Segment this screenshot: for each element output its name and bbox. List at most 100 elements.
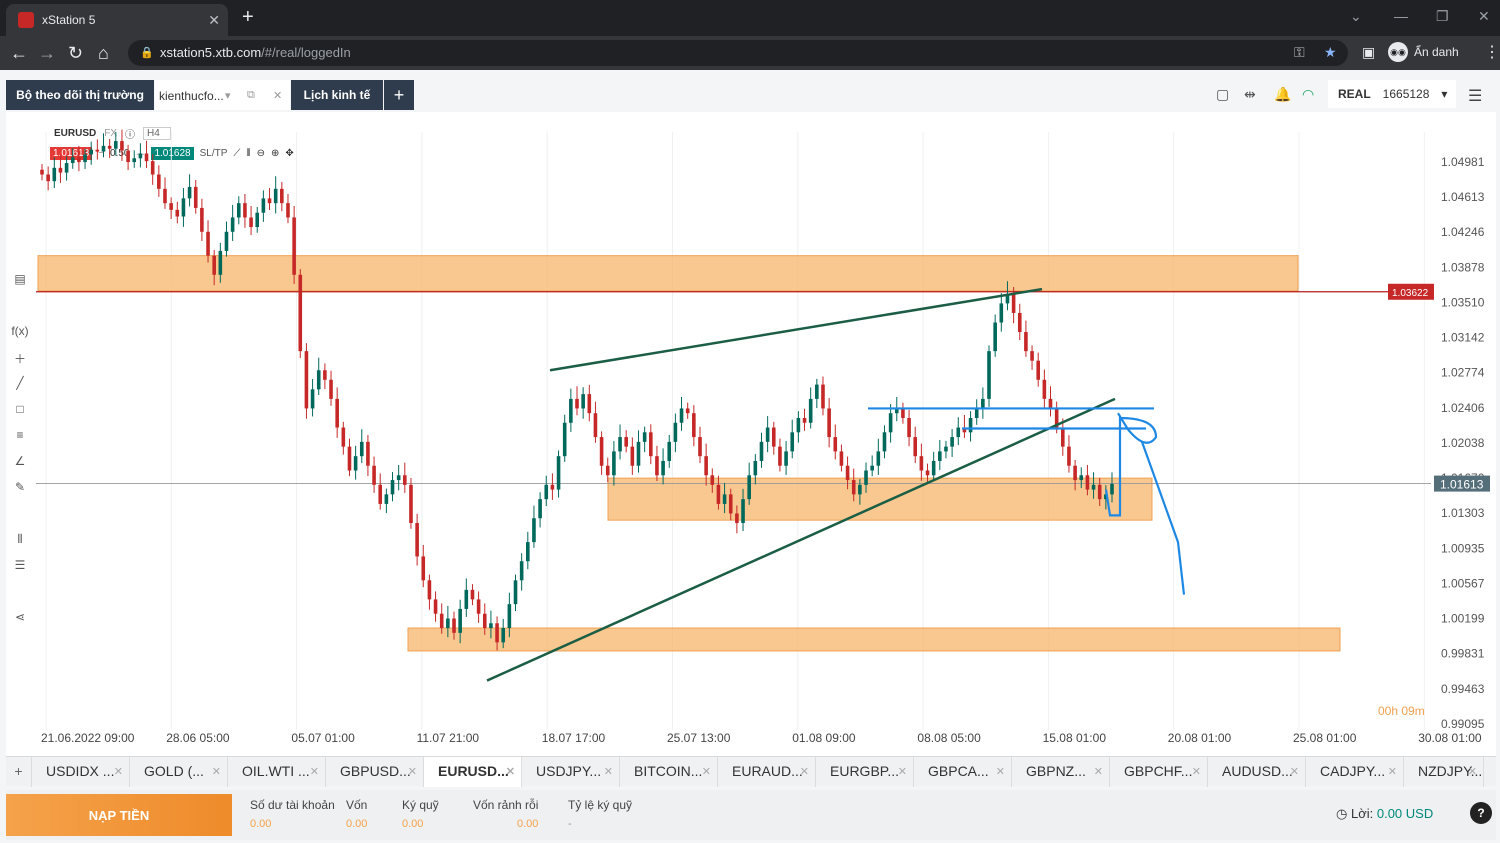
restore-icon[interactable]: ❐ [1436,8,1449,25]
volume-value[interactable]: 0.50 [110,148,129,159]
indicator-fx-icon[interactable]: f(x) [6,324,34,350]
line-tool-icon[interactable]: ╱ [6,376,34,402]
popout-icon[interactable]: ⧉ [247,89,255,102]
bell-icon[interactable]: 🔔 [1274,86,1291,103]
rectangle-tool-icon[interactable]: □ [6,402,34,428]
url-input[interactable]: 🔒 xstation5.xtb.com/#/real/loggedIn [128,40,1348,66]
tab-search-icon[interactable]: ⌄ [1350,8,1362,25]
close-symbol-tab-icon[interactable]: ✕ [1388,765,1397,778]
chart-settings-icon[interactable]: ⇹ [1244,86,1256,103]
close-symbol-tab-icon[interactable]: ✕ [996,765,1005,778]
close-symbol-tab-icon[interactable]: ✕ [310,765,319,778]
symbol-tab[interactable]: GBPUSD... ✕ [326,757,424,787]
price-chart[interactable]: 1.04981 1.04613 1.04246 1.03878 1.03510 1.031… [6,112,1496,756]
symbol-tab[interactable]: EURAUD... ✕ [718,757,816,787]
close-symbol-tab-icon[interactable]: ✕ [702,765,711,778]
close-symbol-tab-icon[interactable]: ✕ [800,765,809,778]
bookmark-star-icon[interactable]: ★ [1324,44,1337,61]
browser-menu-icon[interactable]: ⋮ [1484,42,1500,62]
layers-icon[interactable]: ☰ [6,558,34,584]
add-symbol-tab-button[interactable]: + [6,757,32,787]
close-symbol-tab-icon[interactable]: ✕ [506,765,515,778]
hamburger-menu-icon[interactable]: ☰ [1468,86,1482,106]
candle-body [267,198,272,204]
fibonacci-icon[interactable]: ≡ [6,428,34,454]
home-icon[interactable]: ⌂ [98,43,109,64]
new-tab-button[interactable]: + [242,6,254,29]
symbol-tab[interactable]: EURUSD... ✕ [424,757,522,787]
sidepanel-icon[interactable]: ▣ [1362,44,1375,61]
symbol-tab[interactable]: CADJPY... ✕ [1306,757,1404,787]
close-symbol-tab-icon[interactable]: ✕ [212,765,221,778]
account-selector[interactable]: REAL 1665128 ▾ [1328,80,1456,108]
sell-price-button[interactable]: 1.01613 [50,147,93,160]
close-symbol-tab-icon[interactable]: ✕ [114,765,123,778]
crosshair-add-icon[interactable]: ＋ [6,350,34,376]
pen-tool-icon[interactable]: ✎ [6,480,34,506]
symbol-tab[interactable]: GBPCA... ✕ [914,757,1012,787]
candle-body [403,475,407,485]
info-icon[interactable]: ⓘ [125,126,135,141]
symbol-tab[interactable]: BITCOIN... ✕ [620,757,718,787]
close-tab-icon[interactable]: ✕ [208,12,220,29]
incognito-indicator[interactable]: ◉◉ Ẩn danh [1388,40,1459,64]
close-symbol-tab-icon[interactable]: ✕ [898,765,907,778]
share-icon[interactable]: ⋖ [6,610,34,636]
symbol-tab[interactable]: GBPNZ... ✕ [1012,757,1110,787]
reload-icon[interactable]: ↻ [68,43,83,64]
add-workspace-button[interactable]: + [384,80,414,110]
layout-icon[interactable]: ▢ [1216,86,1229,103]
symbol-tab[interactable]: AUDUSD... ✕ [1208,757,1306,787]
chart-area[interactable]: ▤ f(x) ＋ ╱ □ ≡ ∠ ✎ ⫴ ☰ ⋖ EURUSD FX ⓘ H4 … [6,112,1496,756]
zoom-in-icon[interactable]: ⊕ [271,148,279,159]
close-window-icon[interactable]: ✕ [1478,8,1490,25]
symbol-tab[interactable]: NZDJPY... ✕ [1404,757,1484,787]
pattern-tool-icon[interactable]: ∠ [6,454,34,480]
price-axis-label: 1.00199 [1441,612,1485,626]
chart-symbol[interactable]: EURUSD [54,128,96,139]
deposit-button[interactable]: NẠP TIỀN [6,794,232,836]
economic-calendar-button[interactable]: Lịch kinh tế [291,80,383,110]
candle-body [458,608,462,633]
symbol-tab-label: BITCOIN... [634,763,703,779]
buy-price-button[interactable]: 1.01628 [151,147,194,160]
symbol-tab[interactable]: GOLD (... ✕ [130,757,228,787]
move-icon[interactable]: ✥ [285,148,293,159]
candle-type-icon[interactable]: ⫴ [246,148,250,159]
market-watch-button[interactable]: Bộ theo dõi thị trường [6,80,154,110]
symbol-tab[interactable]: OIL.WTI ... ✕ [228,757,326,787]
candle-body [452,618,456,633]
candle-body [550,484,555,490]
close-symbol-tab-icon[interactable]: ✕ [604,765,613,778]
close-symbol-tab-icon[interactable]: ✕ [1192,765,1201,778]
workspace-select[interactable]: kienthucfo... ▾ ⧉ ✕ [155,80,290,110]
sltp-button[interactable]: SL/TP [200,148,228,159]
price-axis-label: 1.03142 [1441,331,1485,345]
incognito-label: Ẩn danh [1414,45,1459,59]
close-workspace-icon[interactable]: ✕ [273,89,282,102]
symbol-tab[interactable]: USDIDX ... ✕ [32,757,130,787]
browser-tab[interactable]: xStation 5 ✕ [6,4,228,36]
trendline-icon[interactable]: ⟋ [233,148,240,159]
minimize-icon[interactable]: — [1394,8,1408,24]
symbol-tab[interactable]: GBPCHF... ✕ [1110,757,1208,787]
forward-icon[interactable]: → [38,43,56,64]
account-type: REAL [1338,87,1371,101]
volume-plus[interactable]: ＋ [135,146,145,161]
back-icon[interactable]: ← [10,43,28,64]
candles-icon[interactable]: ⫴ [6,532,34,558]
candle-body [544,484,549,500]
timeframe-select[interactable]: H4 [143,127,171,140]
volume-minus[interactable]: − [98,148,104,159]
close-symbol-tab-icon[interactable]: ✕ [1094,765,1103,778]
close-symbol-tab-icon[interactable]: ✕ [1290,765,1299,778]
close-symbol-tab-icon[interactable]: ✕ [1468,765,1477,778]
zoom-out-icon[interactable]: ⊖ [257,148,265,159]
symbol-tab[interactable]: USDJPY... ✕ [522,757,620,787]
close-symbol-tab-icon[interactable]: ✕ [408,765,417,778]
chart-type-icon[interactable]: ▤ [6,272,34,298]
key-icon[interactable]: ⚿ [1294,44,1305,61]
candle-body [396,475,401,481]
symbol-tab[interactable]: EURGBP... ✕ [816,757,914,787]
help-button[interactable]: ? [1470,802,1492,824]
